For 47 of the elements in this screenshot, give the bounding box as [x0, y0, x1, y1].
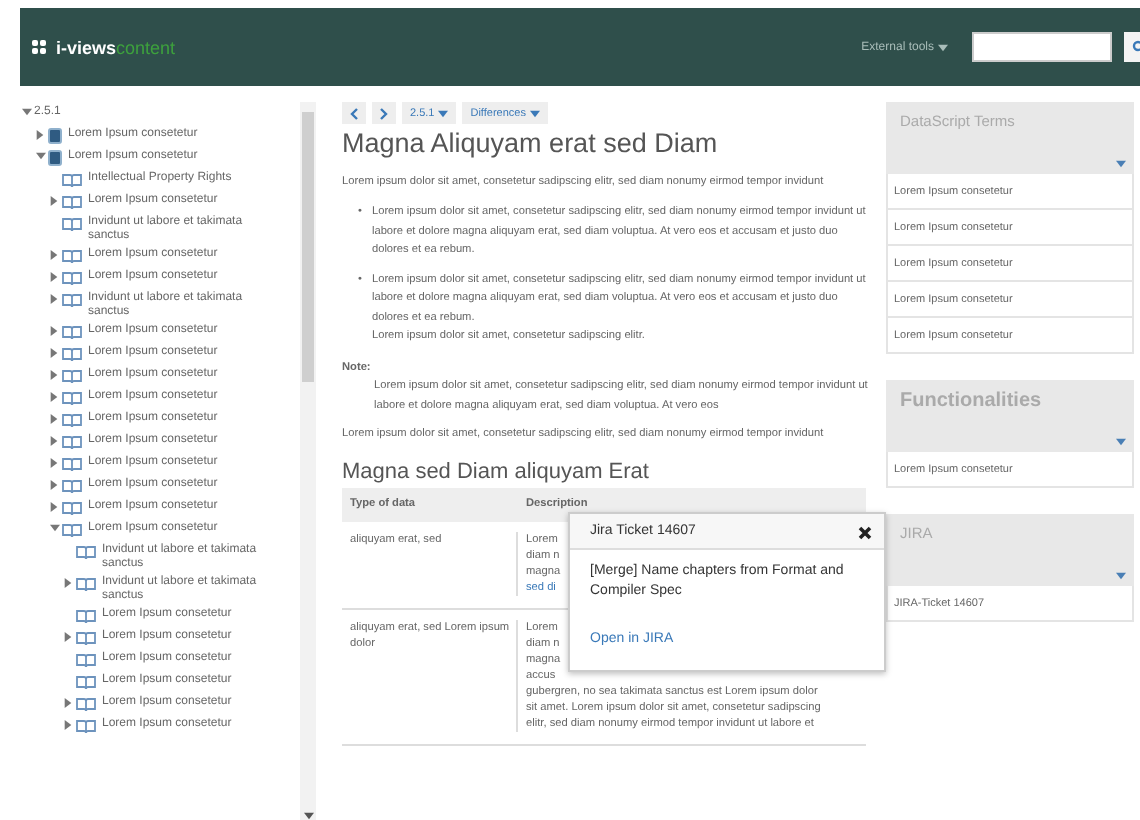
open-book-icon — [76, 696, 96, 712]
search-button[interactable] — [1124, 32, 1140, 62]
open-book-icon — [62, 270, 82, 286]
open-book-icon — [62, 434, 82, 450]
scroll-down-icon — [303, 812, 313, 820]
close-button[interactable] — [858, 525, 872, 539]
open-book-icon — [76, 544, 96, 560]
logo-icon — [32, 39, 50, 55]
caret-down-icon — [938, 43, 948, 51]
brand-name: i-views — [56, 37, 117, 57]
open-book-icon — [76, 576, 96, 592]
chevron-right-icon — [380, 107, 388, 119]
caret-down-icon — [1116, 572, 1126, 580]
open-book-icon — [62, 292, 82, 308]
caret-down-icon — [1116, 438, 1126, 446]
panel-title: Functionalities — [900, 390, 1044, 412]
open-book-icon — [62, 412, 82, 428]
open-book-icon — [62, 368, 82, 384]
open-book-icon — [76, 608, 96, 624]
open-book-icon — [76, 652, 96, 668]
caret-down-icon — [1116, 160, 1126, 168]
open-book-icon — [76, 674, 96, 690]
chevron-left-icon — [350, 107, 358, 119]
caret-down-icon — [438, 109, 449, 117]
previous-button[interactable] — [342, 102, 366, 124]
close-icon — [858, 525, 872, 539]
search-field[interactable] — [972, 32, 1112, 62]
open-book-icon — [62, 500, 82, 516]
open-book-icon — [62, 194, 82, 210]
open-book-icon — [62, 456, 82, 472]
scrollbar[interactable] — [300, 102, 316, 820]
caret-down-icon — [529, 109, 540, 117]
page-title: Magna Aliquyam erat sed Diam — [342, 134, 720, 153]
open-book-icon — [76, 718, 96, 734]
open-book-icon — [62, 346, 82, 362]
section-title: Magna sed Diam aliquyam Erat — [342, 463, 651, 482]
open-book-icon — [76, 630, 96, 646]
open-book-icon — [62, 522, 82, 538]
open-book-icon — [62, 248, 82, 264]
open-book-icon — [62, 478, 82, 494]
open-book-icon — [62, 324, 82, 340]
open-book-icon — [62, 172, 82, 188]
open-book-icon — [62, 390, 82, 406]
brand-suffix: content — [116, 37, 176, 57]
next-button[interactable] — [372, 102, 396, 124]
search-icon — [1128, 40, 1140, 54]
open-book-icon — [62, 216, 82, 232]
